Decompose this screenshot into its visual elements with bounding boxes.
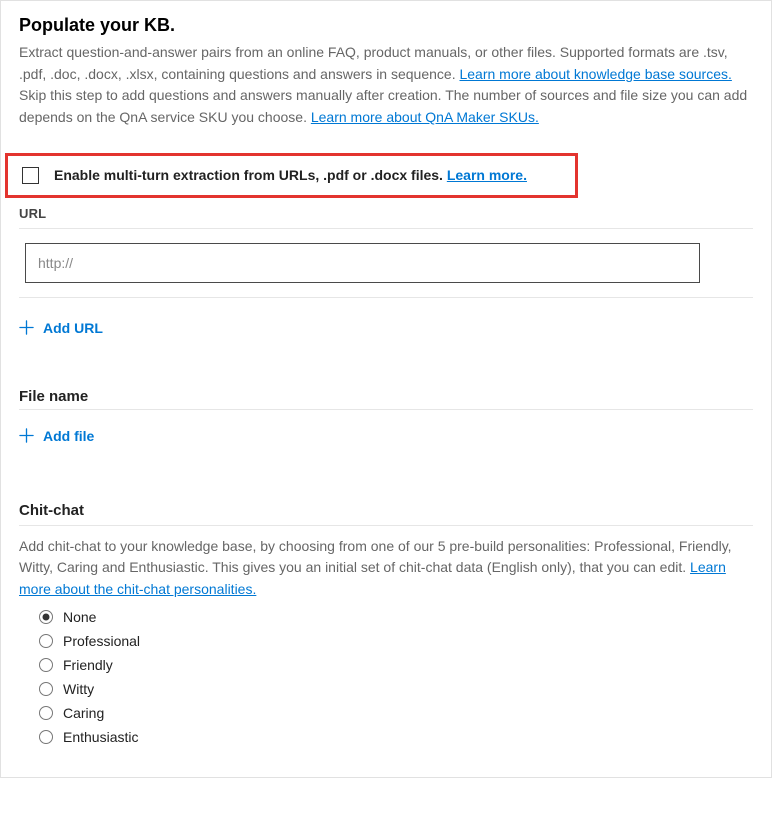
radio-icon	[39, 610, 53, 624]
radio-icon	[39, 730, 53, 744]
divider	[19, 297, 753, 298]
populate-description: Extract question-and-answer pairs from a…	[19, 42, 753, 129]
chitchat-radio-none[interactable]: None	[39, 609, 753, 625]
divider	[19, 409, 753, 410]
add-url-button[interactable]: Add URL	[19, 312, 103, 344]
radio-label: Friendly	[63, 657, 113, 673]
chitchat-radio-witty[interactable]: Witty	[39, 681, 753, 697]
page-title: Populate your KB.	[19, 15, 753, 36]
learn-kb-sources-link[interactable]: Learn more about knowledge base sources.	[459, 66, 731, 82]
multiturn-learn-link[interactable]: Learn more.	[447, 167, 527, 183]
chitchat-radio-enthusiastic[interactable]: Enthusiastic	[39, 729, 753, 745]
multiturn-label-text: Enable multi-turn extraction from URLs, …	[54, 167, 447, 183]
radio-label: Witty	[63, 681, 94, 697]
add-file-label: Add file	[43, 428, 94, 444]
filename-section-label: File name	[19, 388, 753, 405]
radio-label: Enthusiastic	[63, 729, 138, 745]
learn-sku-link[interactable]: Learn more about QnA Maker SKUs.	[311, 109, 539, 125]
chitchat-radio-professional[interactable]: Professional	[39, 633, 753, 649]
url-input[interactable]	[25, 243, 700, 283]
chitchat-description: Add chit-chat to your knowledge base, by…	[19, 536, 753, 601]
radio-icon	[39, 706, 53, 720]
radio-icon	[39, 634, 53, 648]
divider	[19, 228, 753, 229]
chitchat-radio-caring[interactable]: Caring	[39, 705, 753, 721]
radio-label: Caring	[63, 705, 104, 721]
add-url-label: Add URL	[43, 320, 103, 336]
url-section-label: URL	[19, 206, 753, 221]
chitchat-radio-group: None Professional Friendly Witty Caring Enthu…	[39, 609, 753, 745]
plus-icon	[19, 320, 34, 335]
populate-kb-panel: Populate your KB. Extract question-and-a…	[0, 0, 772, 778]
radio-icon	[39, 682, 53, 696]
add-file-button[interactable]: Add file	[19, 420, 94, 452]
chitchat-section-label: Chit-chat	[19, 502, 753, 519]
multiturn-label: Enable multi-turn extraction from URLs, …	[54, 167, 527, 183]
chitchat-radio-friendly[interactable]: Friendly	[39, 657, 753, 673]
radio-label: None	[63, 609, 96, 625]
radio-label: Professional	[63, 633, 140, 649]
radio-icon	[39, 658, 53, 672]
multiturn-highlight: Enable multi-turn extraction from URLs, …	[5, 153, 578, 198]
enable-multiturn-checkbox[interactable]	[22, 167, 39, 184]
plus-icon	[19, 428, 34, 443]
divider	[19, 525, 753, 526]
chitchat-desc-text: Add chit-chat to your knowledge base, by…	[19, 538, 732, 576]
